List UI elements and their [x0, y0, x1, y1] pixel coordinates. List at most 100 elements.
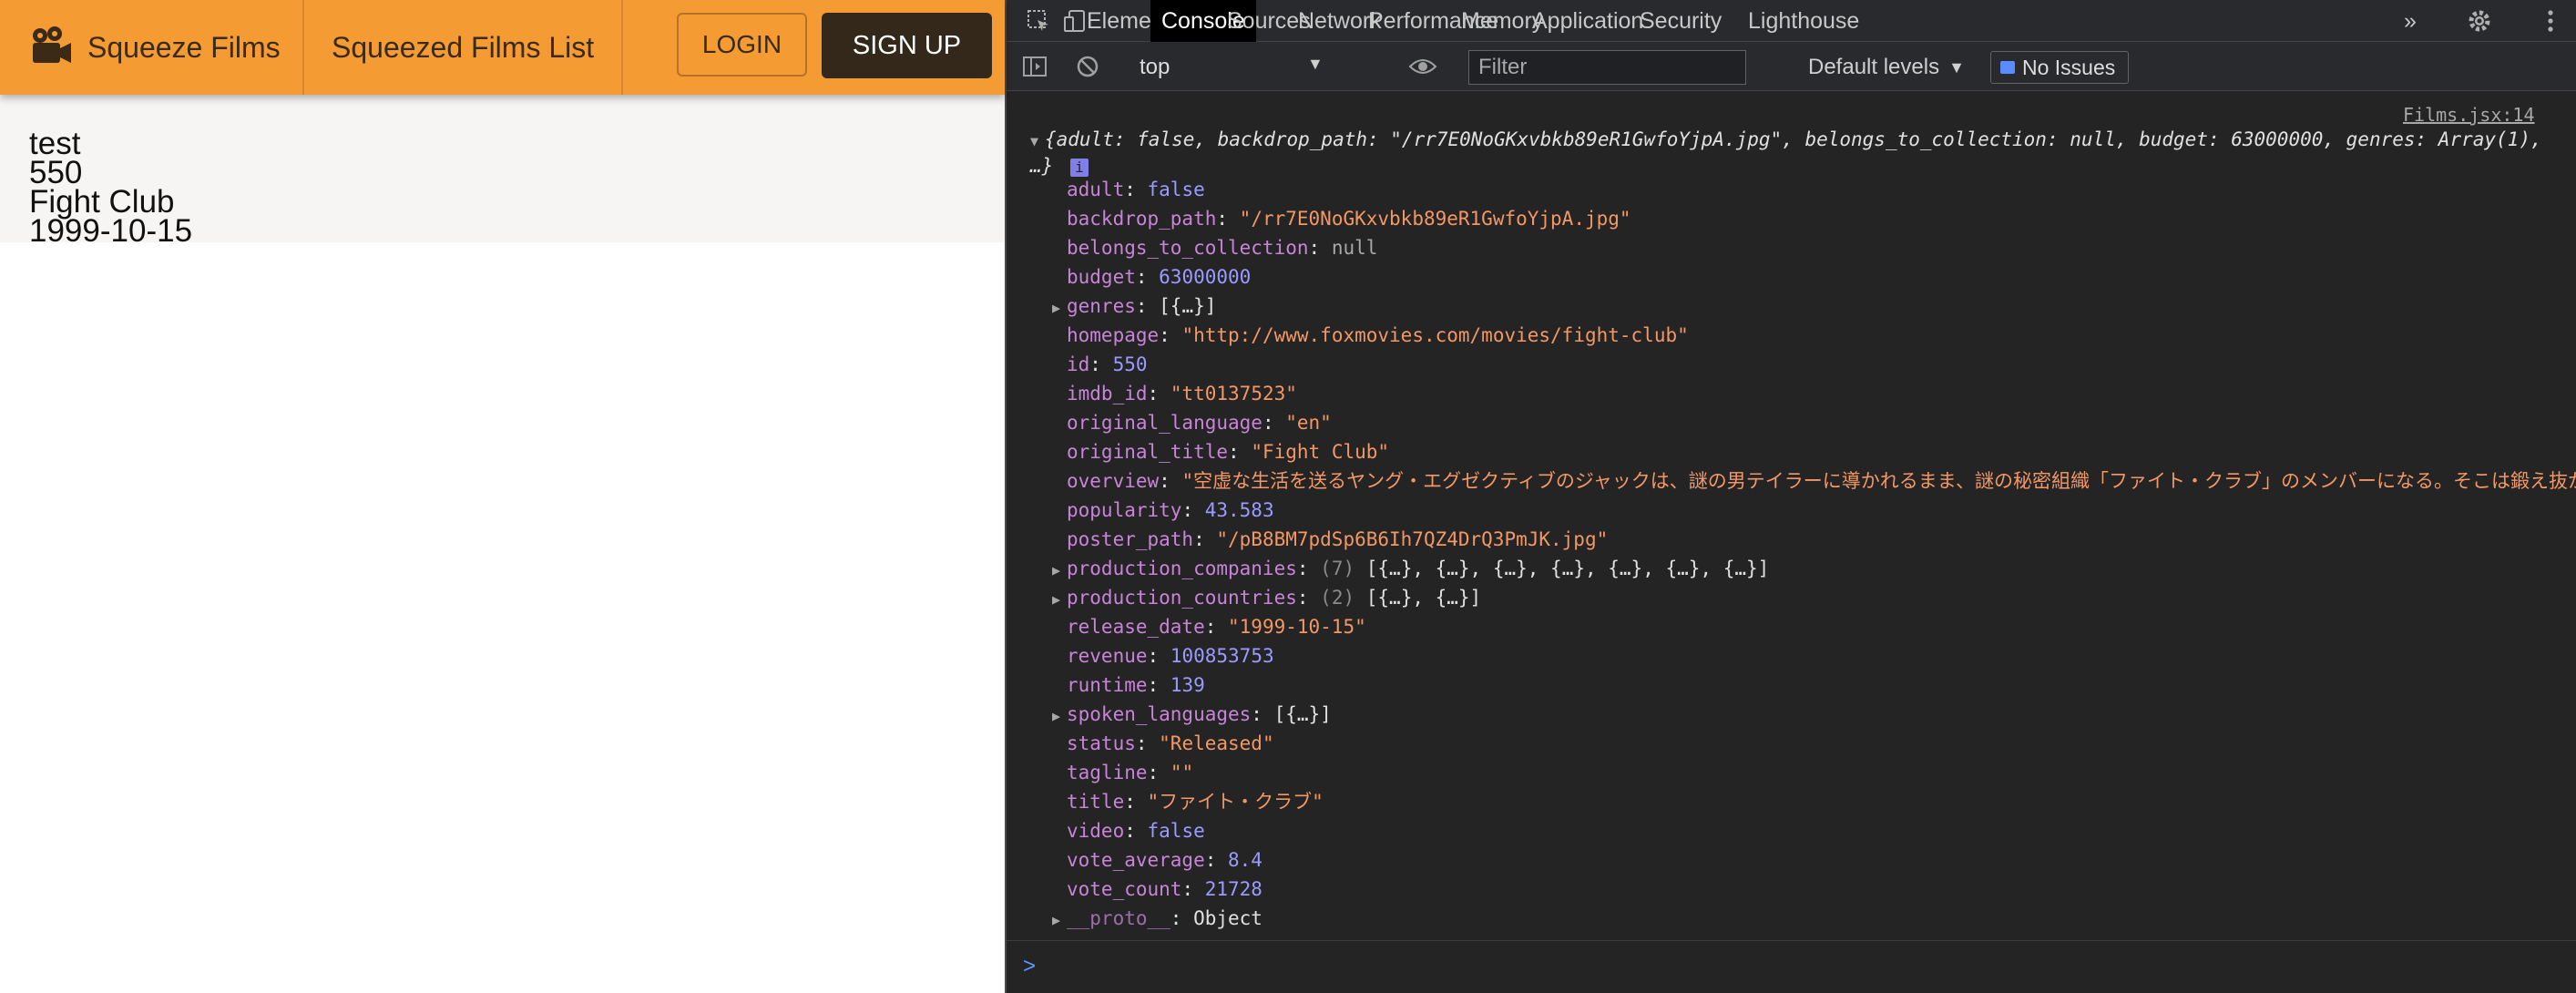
navbar: Squeeze Films Squeezed Films List LOGIN … [0, 0, 1005, 95]
sidebar-toggle-icon[interactable] [1019, 51, 1050, 82]
expand-triangle-icon[interactable]: ▶ [1052, 556, 1067, 585]
log-levels-dropdown[interactable]: Default levels ▼ [1808, 50, 1965, 85]
property-colon: : [1296, 558, 1321, 579]
property-value: "Fight Club" [1251, 441, 1390, 463]
property-value: 21728 [1204, 878, 1262, 900]
expand-triangle-icon[interactable]: ▶ [1052, 906, 1067, 935]
property-colon: : [1147, 674, 1170, 696]
property-row: runtime: 139 [1052, 671, 1205, 700]
object-summary[interactable]: ▼ {adult: false, backdrop_path: "/rr7E0No… [1030, 128, 2561, 179]
property-key: imdb_id [1067, 383, 1148, 404]
dropdown-arrow-icon: ▼ [1307, 55, 1324, 73]
property-value: false [1147, 820, 1205, 842]
issues-icon [2000, 61, 2015, 74]
kebab-menu-icon[interactable] [2535, 5, 2566, 36]
devtools-panel: Elements Console Sources Network Performance… [1005, 0, 2576, 993]
property-row: video: false [1052, 816, 1205, 845]
devtools-tabbar: Elements Console Sources Network Performance… [1007, 0, 2576, 42]
tab-security[interactable]: Security [1629, 0, 1733, 42]
property-value: 43.583 [1204, 499, 1274, 521]
property-row[interactable]: ▶ production_countries: (2) [{…}, {…}] [1052, 583, 1481, 612]
property-value: 550 [1112, 353, 1148, 375]
expand-triangle-icon[interactable]: ▼ [1030, 129, 1045, 154]
property-colon: : [1124, 179, 1148, 200]
property-row: tagline: "" [1052, 758, 1193, 787]
prompt-caret-icon: > [1023, 954, 1037, 978]
property-row: status: "Released" [1052, 729, 1274, 758]
property-key: runtime [1067, 674, 1148, 696]
property-colon: : [1089, 353, 1113, 375]
property-key: release_date [1067, 616, 1205, 638]
property-row: backdrop_path: "/rr7E0NoGKxvbkb89eR1Gwfo… [1052, 204, 1631, 233]
property-colon: : [1159, 324, 1182, 346]
property-key: vote_count [1067, 878, 1182, 900]
property-colon: : [1204, 849, 1229, 871]
property-key: vote_average [1067, 849, 1205, 871]
console-prompt[interactable]: > [1007, 940, 2576, 993]
property-value: "空虚な生活を送るヤング・エグゼクティブのジャックは、謎の男テイラーに導かれるま… [1181, 470, 2576, 492]
property-value: "ファイト・クラブ" [1147, 791, 1324, 813]
property-colon: : [1159, 470, 1182, 492]
console-output: Films.jsx:14 ▼ {adult: false, backdrop_pa… [1007, 91, 2576, 940]
property-value: "tt0137523" [1170, 383, 1297, 404]
property-value: [{…}] [1273, 703, 1332, 725]
tab-lighthouse[interactable]: Lighthouse [1737, 0, 1870, 42]
property-key: video [1067, 820, 1125, 842]
issues-label: No Issues [2022, 55, 2116, 79]
property-value: "/pB8BM7pdSp6B6Ih7QZ4DrQ3PmJK.jpg" [1216, 528, 1609, 550]
property-value: "http://www.foxmovies.com/movies/fight-c… [1181, 324, 1689, 346]
property-row: id: 550 [1052, 350, 1148, 379]
expand-triangle-icon[interactable]: ▶ [1052, 701, 1067, 731]
property-colon: : [1147, 383, 1170, 404]
property-value: 139 [1170, 674, 1205, 696]
property-colon: : [1296, 587, 1321, 609]
property-key: homepage [1067, 324, 1160, 346]
property-key: revenue [1067, 645, 1148, 667]
source-link[interactable]: Films.jsx:14 [2403, 104, 2535, 126]
expand-triangle-icon[interactable]: ▶ [1052, 585, 1067, 614]
filter-input[interactable] [1468, 50, 1746, 85]
property-key: __proto__ [1067, 907, 1170, 929]
gear-icon[interactable] [2464, 5, 2495, 36]
property-value: "/rr7E0NoGKxvbkb89eR1GwfoYjpA.jpg" [1239, 208, 1631, 230]
clear-console-icon[interactable] [1072, 51, 1103, 82]
signup-button[interactable]: SIGN UP [822, 13, 992, 78]
nav-divider [621, 0, 623, 95]
property-colon: : [1170, 907, 1194, 929]
property-colon: : [1135, 266, 1160, 288]
eye-icon[interactable] [1407, 51, 1438, 82]
object-summary-text: {adult: false, backdrop_path: "/rr7E0NoG… [1030, 128, 2542, 177]
property-colon: : [1181, 878, 1205, 900]
property-row[interactable]: ▶ genres: [{…}] [1052, 292, 1216, 321]
property-colon: : [1228, 441, 1252, 463]
expand-triangle-icon[interactable]: ▶ [1052, 293, 1067, 322]
property-value: 8.4 [1228, 849, 1262, 871]
property-row: vote_average: 8.4 [1052, 845, 1262, 875]
property-row: imdb_id: "tt0137523" [1052, 379, 1297, 408]
info-icon[interactable]: i [1069, 159, 1089, 177]
property-value: "1999-10-15" [1228, 616, 1366, 638]
property-row[interactable]: ▶ production_companies: (7) [{…}, {…}, {…… [1052, 554, 1769, 583]
more-tabs-icon[interactable]: » [2393, 0, 2428, 42]
property-row: budget: 63000000 [1052, 262, 1251, 292]
property-value: "en" [1285, 412, 1332, 434]
nav-link-films-list[interactable]: Squeezed Films List [332, 0, 594, 95]
issues-button[interactable]: No Issues [1990, 51, 2129, 84]
property-value: [{…}, {…}, {…}, {…}, {…}, {…}, {…}] [1365, 558, 1770, 579]
film-camera-icon [33, 26, 71, 63]
property-value: 63000000 [1159, 266, 1252, 288]
property-value: 100853753 [1170, 645, 1274, 667]
property-key: title [1067, 791, 1125, 813]
property-count: (2) [1320, 587, 1355, 609]
property-key: spoken_languages [1067, 703, 1252, 725]
brand[interactable]: Squeeze Films [27, 0, 281, 95]
property-value: false [1147, 179, 1205, 200]
property-row[interactable]: ▶ spoken_languages: [{…}] [1052, 700, 1332, 729]
property-row[interactable]: ▶ __proto__: Object [1052, 904, 1262, 933]
property-key: popularity [1067, 499, 1182, 521]
property-key: original_language [1067, 412, 1262, 434]
inspect-element-icon[interactable] [1023, 5, 1054, 36]
property-key: backdrop_path [1067, 208, 1217, 230]
property-key: original_title [1067, 441, 1229, 463]
login-button[interactable]: LOGIN [677, 13, 807, 77]
